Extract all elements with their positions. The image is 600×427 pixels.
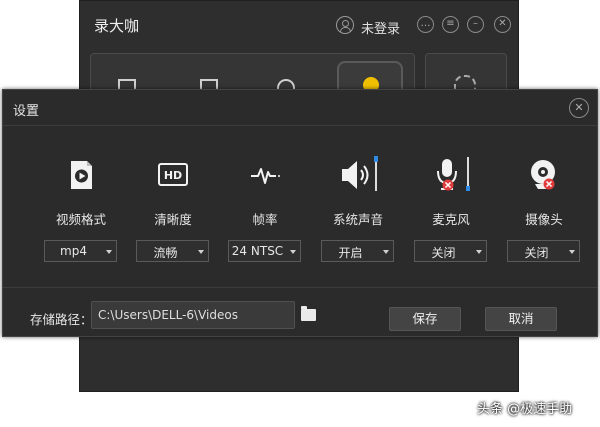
video-format-icon [71,161,92,189]
menu-icon[interactable]: ≡ [442,16,459,33]
user-icon[interactable] [336,16,354,34]
cancel-button[interactable]: 取消 [485,307,557,331]
select-value: mp4 [60,244,87,258]
chat-icon[interactable]: … [417,16,434,33]
watermark: 头条 @极速手助 [477,402,573,417]
select-value: 流畅 [153,246,178,260]
quality-select[interactable]: 流畅 [136,240,209,262]
chevron-down-icon [198,250,204,254]
select-value: 关闭 [524,246,549,260]
main-titlebar: 录大咖 未登录 … ≡ – ✕ [80,1,518,51]
login-status[interactable]: 未登录 [361,18,400,37]
select-value: 关闭 [431,246,456,260]
hd-icon: HD [158,163,188,186]
storage-path-field[interactable]: C:\Users\DELL-6\Videos [91,301,295,329]
close-button[interactable]: ✕ [494,16,511,33]
chevron-down-icon [106,250,112,254]
chevron-down-icon [290,250,296,254]
svg-text:HD: HD [164,169,182,182]
divider [3,125,597,126]
microphone-select[interactable]: 关闭 [414,240,487,262]
chevron-down-icon [569,250,575,254]
divider [3,287,597,288]
storage-path-label: 存储路径： [30,312,93,327]
camera-icon [531,160,555,190]
minimize-button[interactable]: – [467,16,484,33]
dialog-close-button[interactable]: ✕ [569,98,589,118]
frame-rate-select[interactable]: 24 NTSC [228,240,301,262]
chevron-down-icon [476,250,482,254]
settings-dialog: 设置 ✕ 视频格式 mp4 HD 清晰度 流畅 帧率 24 NTSC 系统声音 … [2,89,598,337]
select-value: 开启 [338,246,363,260]
app-title: 录大咖 [94,17,140,35]
video-format-select[interactable]: mp4 [44,240,117,262]
folder-icon[interactable] [301,306,316,321]
waveform-icon [251,168,280,184]
dialog-title: 设置 [13,104,40,119]
system-sound-select[interactable]: 开启 [321,240,394,262]
option-label: 帧率 [252,212,278,227]
option-label: 摄像头 [525,212,563,227]
select-value: 24 NTSC [231,244,284,258]
option-label: 麦克风 [432,212,470,227]
microphone-icon [437,157,470,191]
option-label: 系统声音 [332,212,383,227]
option-label: 清晰度 [154,212,192,227]
save-button[interactable]: 保存 [389,307,461,331]
speaker-icon [342,156,378,191]
storage-path-value: C:\Users\DELL-6\Videos [98,308,238,322]
camera-select[interactable]: 关闭 [507,240,580,262]
chevron-down-icon [383,250,389,254]
option-label: 视频格式 [55,212,106,227]
